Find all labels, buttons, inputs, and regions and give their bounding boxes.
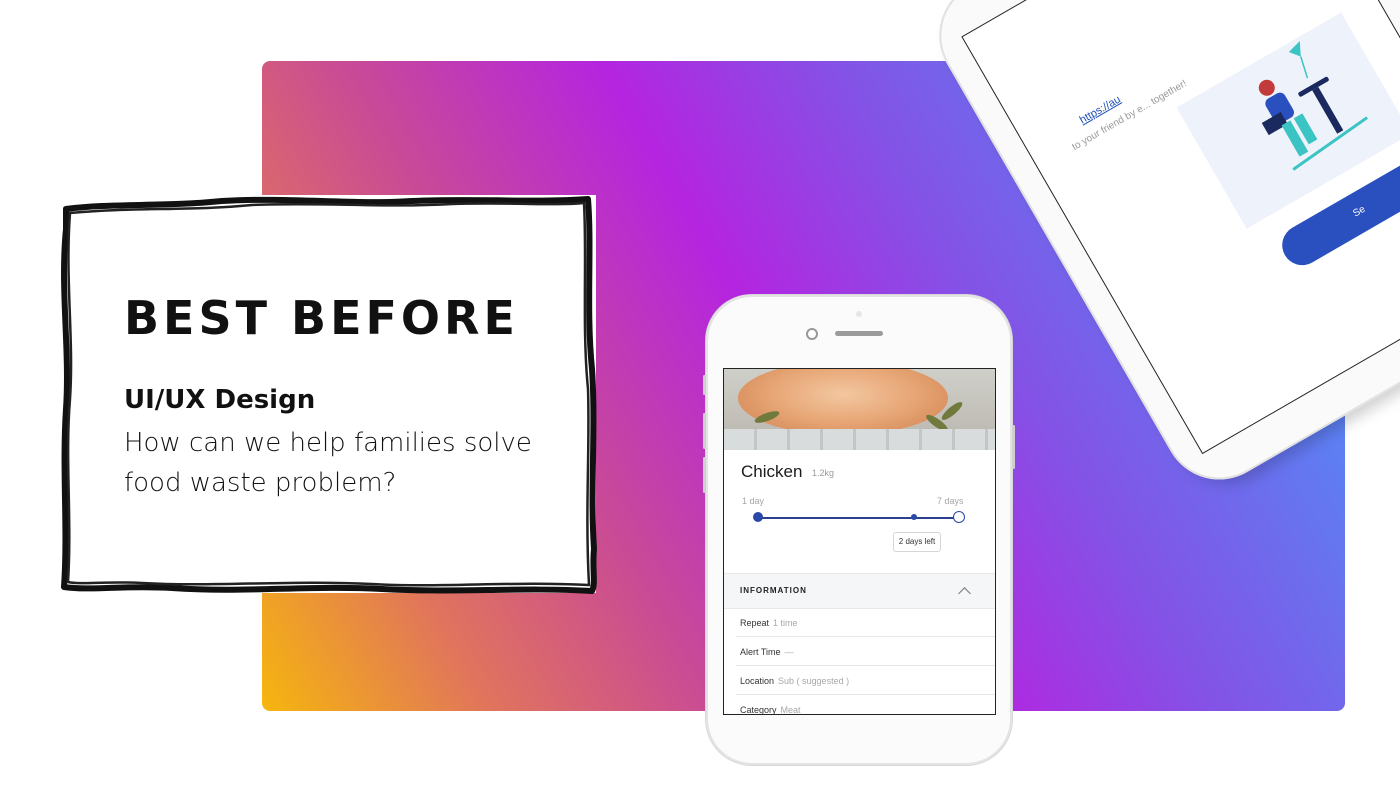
row-value: Meat xyxy=(780,705,801,715)
slider-current-marker[interactable] xyxy=(911,514,917,520)
info-row-repeat[interactable]: Repeat 1 time xyxy=(736,608,995,637)
row-label: Alert Time xyxy=(740,647,781,657)
row-label: Category xyxy=(740,705,777,715)
proximity-sensor xyxy=(856,311,862,317)
volume-down-button xyxy=(703,457,706,493)
intro-card: BEST BEFORE UI/UX Design How can we help… xyxy=(58,195,597,594)
main-phone-mockup: Chicken 1.2kg 1 day 7 days 2 days left I… xyxy=(703,295,1015,765)
range-min-label: 1 day xyxy=(742,496,765,506)
food-weight: 1.2kg xyxy=(812,468,835,478)
food-photo xyxy=(724,369,995,450)
chevron-up-icon[interactable] xyxy=(958,587,971,600)
information-section-header[interactable]: INFORMATION xyxy=(724,573,995,609)
project-description: How can we help families solve food wast… xyxy=(124,428,532,498)
row-label: Repeat xyxy=(740,618,770,628)
freshness-slider-track[interactable] xyxy=(758,517,960,519)
chicken-image xyxy=(738,369,948,435)
oven-rack xyxy=(724,429,995,450)
range-max-label: 7 days xyxy=(937,496,964,506)
slider-start-handle[interactable] xyxy=(753,512,763,522)
front-camera xyxy=(806,328,818,340)
information-title: INFORMATION xyxy=(740,586,807,595)
days-left-tooltip: 2 days left xyxy=(893,532,941,552)
page-title: BEST BEFORE xyxy=(124,291,519,345)
earpiece-speaker xyxy=(835,331,883,336)
row-value: Sub ( suggested ) xyxy=(778,676,850,686)
slider-end-handle[interactable] xyxy=(953,511,965,523)
volume-up-button xyxy=(703,413,706,449)
info-row-location[interactable]: Location Sub ( suggested ) xyxy=(736,666,995,695)
row-value: 1 time xyxy=(773,618,798,628)
info-row-category[interactable]: Category Meat xyxy=(736,695,995,715)
info-row-alert-time[interactable]: Alert Time — xyxy=(736,637,995,666)
project-subtitle: UI/UX Design xyxy=(124,385,316,415)
power-button xyxy=(1012,425,1015,469)
mute-switch xyxy=(703,375,706,395)
food-detail-screen: Chicken 1.2kg 1 day 7 days 2 days left I… xyxy=(723,368,996,715)
row-value: — xyxy=(784,647,794,657)
row-label: Location xyxy=(740,676,775,686)
food-name: Chicken xyxy=(741,462,803,481)
